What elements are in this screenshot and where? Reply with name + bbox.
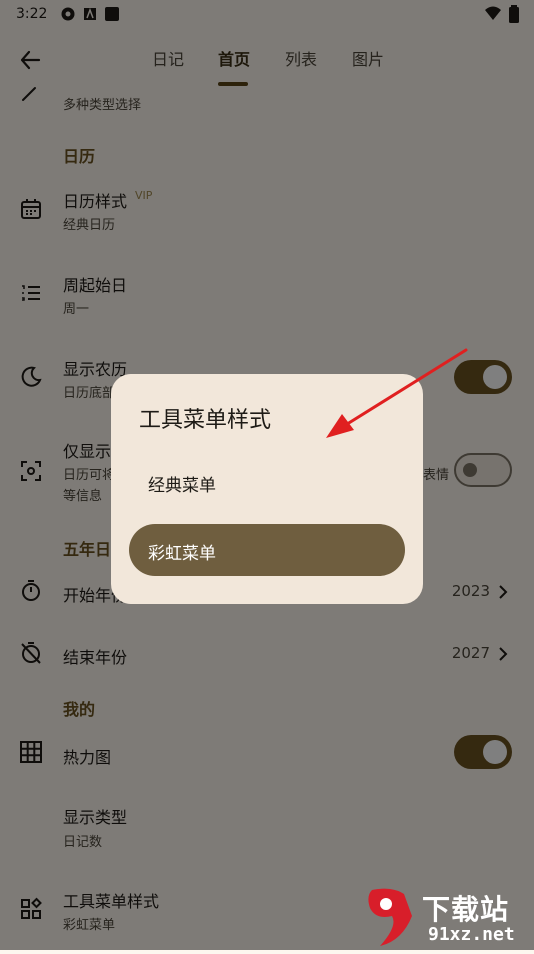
option-label: 经典菜单 bbox=[148, 476, 216, 496]
watermark: 9 下载站 91xz.net bbox=[362, 886, 534, 950]
watermark-url: 91xz.net bbox=[428, 924, 515, 945]
option-classic-menu[interactable]: 经典菜单 bbox=[129, 456, 405, 508]
option-label: 彩虹菜单 bbox=[148, 544, 216, 564]
watermark-brand: 下载站 bbox=[422, 893, 510, 926]
settings-screen: 3:22 日记 首页 列表 图片 多种类型选择 日历 bbox=[0, 0, 534, 950]
option-rainbow-menu[interactable]: 彩虹菜单 bbox=[129, 524, 405, 576]
dialog-title: 工具菜单样式 bbox=[139, 408, 272, 433]
annotation-arrow-icon bbox=[326, 348, 468, 438]
